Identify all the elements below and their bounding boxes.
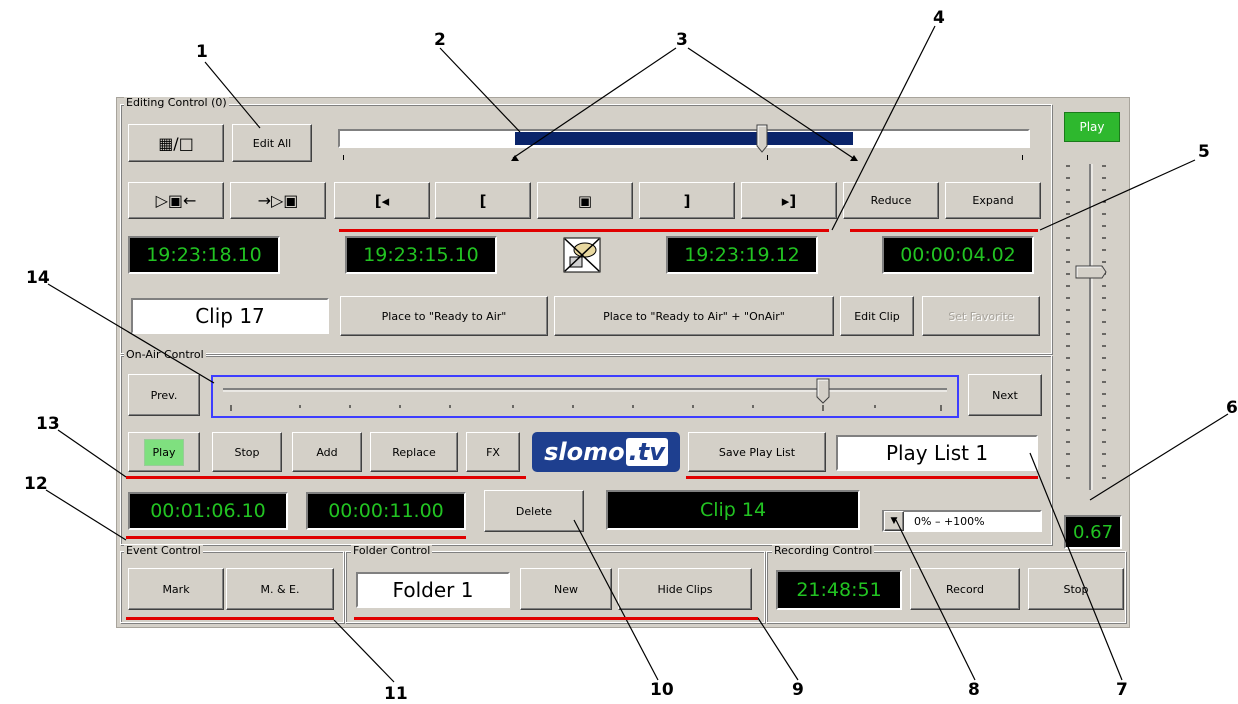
annotation-label-2: 2 [434, 30, 446, 50]
annotation-label-13: 13 [36, 414, 60, 434]
annotation-label-9: 9 [792, 680, 804, 700]
annotation-label-6: 6 [1226, 398, 1238, 418]
annotation-label-4: 4 [933, 8, 945, 28]
annotation-label-1: 1 [196, 42, 208, 62]
annotation-label-10: 10 [650, 680, 674, 700]
annotation-label-3: 3 [676, 30, 688, 50]
annotation-label-11: 11 [384, 684, 408, 704]
annotation-label-5: 5 [1198, 142, 1210, 162]
annotation-label-12: 12 [24, 474, 48, 494]
annotation-label-7: 7 [1116, 680, 1128, 700]
annotation-overlay [45, 25, 1229, 683]
annotation-label-8: 8 [968, 680, 980, 700]
annotation-label-14: 14 [26, 268, 50, 288]
